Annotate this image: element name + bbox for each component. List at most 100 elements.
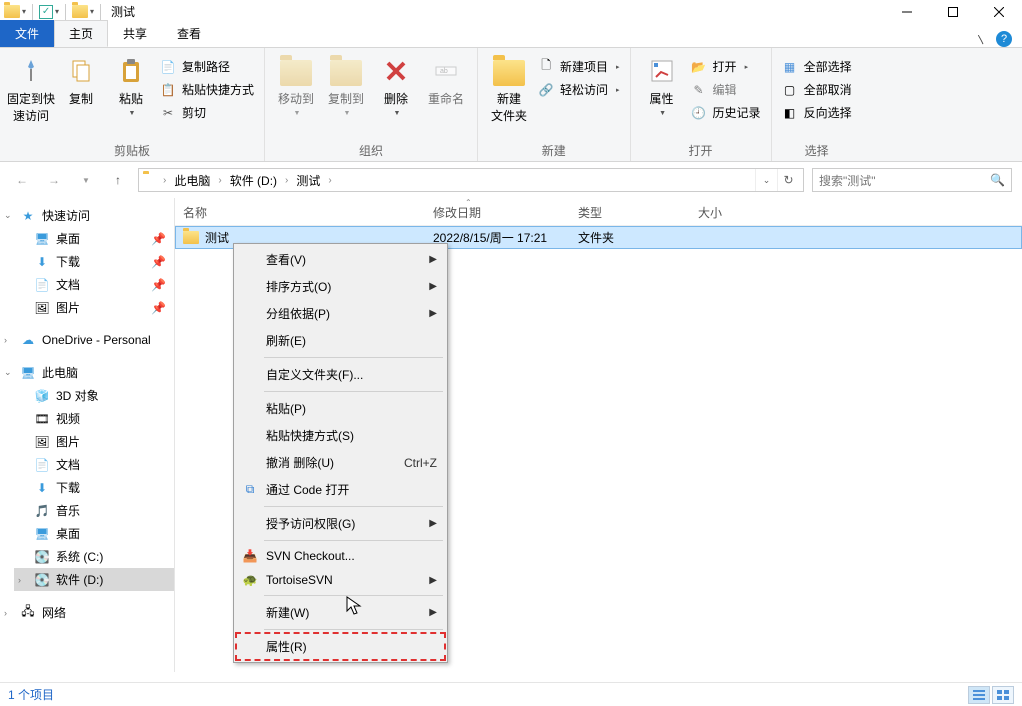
ctx-sort[interactable]: 排序方式(O)▶	[236, 273, 445, 300]
navigation-tree[interactable]: ⌄★快速访问 🖥桌面📌 ⬇下载📌 📄文档📌 🖼图片📌 ›☁OneDrive - …	[0, 198, 175, 672]
copy-to-button[interactable]: 复制到▼	[321, 51, 371, 117]
breadcrumb-drive[interactable]: 软件 (D:)	[226, 172, 281, 189]
address-bar[interactable]: › 此电脑 › 软件 (D:) › 测试 › ⌄ ↻	[138, 168, 804, 192]
tree-system-c[interactable]: 💽系统 (C:)	[14, 545, 174, 568]
up-button[interactable]: ↑	[106, 168, 130, 192]
address-dropdown-icon[interactable]: ⌄	[755, 169, 777, 191]
col-name[interactable]: 名称	[183, 204, 433, 221]
ctx-svn-checkout[interactable]: 📥SVN Checkout...	[236, 544, 445, 568]
col-date[interactable]: 修改日期	[433, 204, 578, 221]
tree-this-pc[interactable]: ⌄🖥此电脑	[0, 361, 174, 384]
navigation-bar: ← → ▼ ↑ › 此电脑 › 软件 (D:) › 测试 › ⌄ ↻ 搜索"测试…	[0, 162, 1022, 198]
tree-desktop2[interactable]: 🖥桌面	[14, 522, 174, 545]
breadcrumb-this-pc[interactable]: 此电脑	[170, 172, 214, 189]
file-date: 2022/8/15/周一 17:21	[433, 229, 578, 246]
breadcrumb-folder[interactable]: 测试	[292, 172, 324, 189]
tree-downloads[interactable]: ⬇下载📌	[14, 250, 174, 273]
ctx-group[interactable]: 分组依据(P)▶	[236, 300, 445, 327]
quick-access-toolbar: ▾ ✓ ▾ ▾	[0, 4, 105, 20]
ctx-tortoisesvn[interactable]: 🐢TortoiseSVN▶	[236, 568, 445, 592]
tree-music[interactable]: 🎵音乐	[14, 499, 174, 522]
status-bar: 1 个项目	[0, 682, 1022, 706]
qat-dropdown-icon[interactable]: ▾	[22, 7, 26, 16]
easy-access-button[interactable]: 🔗轻松访问▸	[534, 78, 624, 101]
back-button[interactable]: ←	[10, 168, 34, 192]
tortoise-icon: 🐢	[242, 572, 258, 588]
tab-file[interactable]: 文件	[0, 20, 54, 47]
minimize-button[interactable]	[884, 0, 930, 23]
history-button[interactable]: 🕘历史记录	[687, 101, 765, 124]
ctx-refresh[interactable]: 刷新(E)	[236, 327, 445, 354]
details-view-button[interactable]	[968, 686, 990, 704]
properties-button[interactable]: 属性▼	[637, 51, 687, 117]
new-folder-button[interactable]: 新建 文件夹	[484, 51, 534, 124]
collapse-ribbon-icon[interactable]: 〵	[976, 32, 986, 47]
col-type[interactable]: 类型	[578, 204, 698, 221]
ctx-paste-shortcut[interactable]: 粘贴快捷方式(S)	[236, 422, 445, 449]
open-button[interactable]: 📂打开▸	[687, 55, 765, 78]
forward-button[interactable]: →	[42, 168, 66, 192]
paste-shortcut-button[interactable]: 📋粘贴快捷方式	[156, 78, 258, 101]
sort-indicator-icon: ⌃	[465, 198, 472, 207]
tree-onedrive[interactable]: ›☁OneDrive - Personal	[0, 329, 174, 351]
ctx-view[interactable]: 查看(V)▶	[236, 246, 445, 273]
ctx-new[interactable]: 新建(W)▶	[236, 599, 445, 626]
ribbon-tabs: 文件 主页 共享 查看 〵 ?	[0, 23, 1022, 47]
recent-dropdown-icon[interactable]: ▼	[74, 168, 98, 192]
col-size[interactable]: 大小	[698, 204, 1022, 221]
ctx-properties[interactable]: 属性(R)	[236, 633, 445, 660]
move-to-button[interactable]: 移动到▼	[271, 51, 321, 117]
vscode-icon: ⧉	[242, 482, 258, 498]
item-count: 1 个项目	[8, 686, 54, 703]
maximize-button[interactable]	[930, 0, 976, 23]
copy-button[interactable]: 复制	[56, 51, 106, 107]
tab-home[interactable]: 主页	[54, 20, 108, 47]
column-headers[interactable]: 名称 修改日期 类型 大小	[175, 198, 1022, 226]
tree-software-d[interactable]: ›💽软件 (D:)	[14, 568, 174, 591]
tree-videos[interactable]: 🎞视频	[14, 407, 174, 430]
tree-3d-objects[interactable]: 🧊3D 对象	[14, 384, 174, 407]
delete-button[interactable]: 删除▼	[371, 51, 421, 117]
tab-share[interactable]: 共享	[108, 20, 162, 47]
file-type: 文件夹	[578, 229, 698, 246]
copy-path-button[interactable]: 📄复制路径	[156, 55, 258, 78]
select-all-button[interactable]: ▦全部选择	[778, 55, 856, 78]
qat-folder-icon[interactable]	[72, 5, 88, 18]
ctx-customize[interactable]: 自定义文件夹(F)...	[236, 361, 445, 388]
svg-text:ab: ab	[440, 68, 448, 75]
tree-network[interactable]: ›🖧网络	[0, 601, 174, 624]
rename-button[interactable]: ab 重命名	[421, 51, 471, 107]
tree-downloads2[interactable]: ⬇下载	[14, 476, 174, 499]
ctx-grant-access[interactable]: 授予访问权限(G)▶	[236, 510, 445, 537]
tree-pictures2[interactable]: 🖼图片	[14, 430, 174, 453]
ctx-open-code[interactable]: ⧉通过 Code 打开	[236, 476, 445, 503]
tree-quick-access[interactable]: ⌄★快速访问	[0, 204, 174, 227]
app-icon	[4, 5, 20, 18]
paste-button[interactable]: 粘贴▼	[106, 51, 156, 117]
invert-selection-button[interactable]: ◧反向选择	[778, 101, 856, 124]
search-input[interactable]: 搜索"测试" 🔍	[812, 168, 1012, 192]
close-button[interactable]	[976, 0, 1022, 23]
search-icon[interactable]: 🔍	[990, 173, 1005, 187]
chevron-right-icon[interactable]: ›	[163, 175, 166, 186]
refresh-button[interactable]: ↻	[777, 169, 799, 191]
ctx-undo-delete[interactable]: 撤消 删除(U)Ctrl+Z	[236, 449, 445, 476]
tree-pictures[interactable]: 🖼图片📌	[14, 296, 174, 319]
tree-desktop[interactable]: 🖥桌面📌	[14, 227, 174, 250]
folder-icon	[183, 231, 199, 244]
select-none-button[interactable]: ▢全部取消	[778, 78, 856, 101]
tree-documents[interactable]: 📄文档📌	[14, 273, 174, 296]
cut-button[interactable]: ✂剪切	[156, 101, 258, 124]
ctx-paste[interactable]: 粘贴(P)	[236, 395, 445, 422]
icons-view-button[interactable]	[992, 686, 1014, 704]
chevron-right-icon: ▶	[429, 254, 437, 265]
group-new-label: 新建	[484, 140, 624, 159]
edit-button[interactable]: ✎编辑	[687, 78, 765, 101]
tree-documents2[interactable]: 📄文档	[14, 453, 174, 476]
new-item-button[interactable]: 🗋新建项目▸	[534, 55, 624, 78]
qat-properties-icon[interactable]: ✓	[39, 5, 53, 19]
help-icon[interactable]: ?	[996, 31, 1012, 47]
tab-view[interactable]: 查看	[162, 20, 216, 47]
pin-to-quick-access-button[interactable]: 固定到快 速访问	[6, 51, 56, 124]
address-folder-icon	[143, 174, 159, 187]
